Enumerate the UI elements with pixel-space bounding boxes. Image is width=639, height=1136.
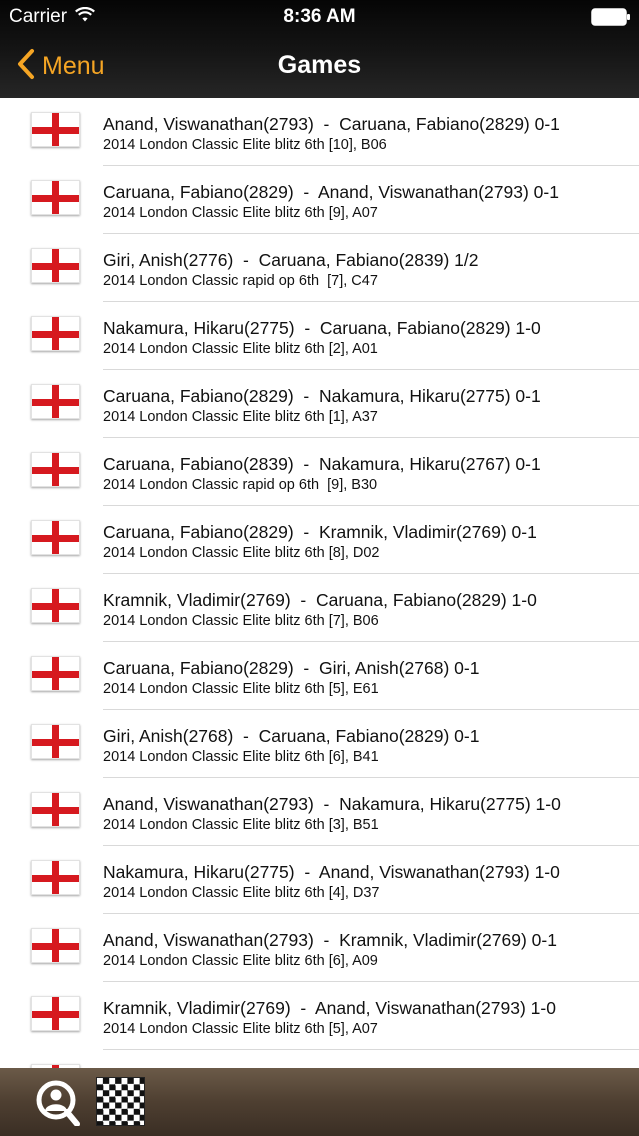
game-subtitle: 2014 London Classic Elite blitz 6th [2],…: [103, 341, 378, 357]
game-subtitle: 2014 London Classic Elite blitz 6th [8],…: [103, 545, 380, 561]
player-search-icon[interactable]: [33, 1078, 81, 1131]
game-subtitle: 2014 London Classic Elite blitz 6th [1],…: [103, 409, 378, 425]
england-flag-icon: [31, 180, 80, 215]
england-flag-icon: [31, 452, 80, 487]
game-subtitle: 2014 London Classic Elite blitz 6th [5],…: [103, 1021, 378, 1037]
game-subtitle: 2014 London Classic Elite blitz 6th [3],…: [103, 817, 379, 833]
england-flag-icon: [31, 792, 80, 827]
england-flag-icon: [31, 724, 80, 759]
game-title: Anand, Viswanathan(2793) - Nakamura, Hik…: [103, 794, 561, 814]
game-title: Anand, Viswanathan(2793) - Kramnik, Vlad…: [103, 930, 557, 950]
england-flag-icon: [31, 520, 80, 555]
game-row[interactable]: Caruana, Fabiano(2829) - Nakamura, Hikar…: [0, 370, 639, 438]
game-title: Caruana, Fabiano(2829) - Anand, Viswanat…: [103, 182, 559, 202]
england-flag-icon: [31, 860, 80, 895]
game-subtitle: 2014 London Classic Elite blitz 6th [6],…: [103, 953, 378, 969]
page-title: Games: [277, 51, 362, 79]
game-title: Giri, Anish(2768) - Caruana, Fabiano(282…: [103, 726, 480, 746]
game-title: Caruana, Fabiano(2829) - Giri, Anish(276…: [103, 658, 480, 678]
england-flag-icon: [31, 384, 80, 419]
england-flag-icon: [31, 316, 80, 351]
game-row[interactable]: Nakamura, Hikaru(2775) - Anand, Viswanat…: [0, 846, 639, 914]
clock: 8:36 AM: [283, 6, 356, 27]
england-flag-icon: [31, 996, 80, 1031]
game-row[interactable]: Kramnik, Vladimir(2769) - Anand, Viswana…: [0, 982, 639, 1050]
game-subtitle: 2014 London Classic Elite blitz 6th [9],…: [103, 205, 378, 221]
england-flag-icon: [31, 248, 80, 283]
game-row[interactable]: Kramnik, Vladimir(2769) - Caruana, Fabia…: [0, 574, 639, 642]
status-bar: Carrier 8:36 AM: [0, 0, 639, 34]
game-row[interactable]: Nakamura, Hikaru(2775) - Caruana, Fabian…: [0, 302, 639, 370]
game-row[interactable]: Caruana, Fabiano(2829) - Anand, Viswanat…: [0, 166, 639, 234]
game-title: Anand, Viswanathan(2793) - Caruana, Fabi…: [103, 114, 560, 134]
game-row[interactable]: Anand, Viswanathan(2793) - Nakamura, Hik…: [0, 778, 639, 846]
game-subtitle: 2014 London Classic Elite blitz 6th [5],…: [103, 681, 379, 697]
game-subtitle: 2014 London Classic Elite blitz 6th [6],…: [103, 749, 379, 765]
game-row[interactable]: Caruana, Fabiano(2839) - Nakamura, Hikar…: [0, 438, 639, 506]
game-subtitle: 2014 London Classic Elite blitz 6th [7],…: [103, 613, 379, 629]
header: Carrier 8:36 AM Menu Games: [0, 0, 639, 98]
battery-icon: [591, 8, 631, 31]
game-subtitle: 2014 London Classic rapid op 6th [7], C4…: [103, 273, 378, 289]
game-row-partial[interactable]: [0, 1050, 639, 1068]
game-subtitle: 2014 London Classic Elite blitz 6th [10]…: [103, 137, 387, 153]
game-row[interactable]: Caruana, Fabiano(2829) - Giri, Anish(276…: [0, 642, 639, 710]
game-title: Kramnik, Vladimir(2769) - Caruana, Fabia…: [103, 590, 537, 610]
game-title: Nakamura, Hikaru(2775) - Anand, Viswanat…: [103, 862, 560, 882]
games-list[interactable]: Anand, Viswanathan(2793) - Caruana, Fabi…: [0, 98, 639, 1068]
england-flag-icon: [31, 928, 80, 963]
game-row[interactable]: Anand, Viswanathan(2793) - Kramnik, Vlad…: [0, 914, 639, 982]
game-title: Kramnik, Vladimir(2769) - Anand, Viswana…: [103, 998, 556, 1018]
game-title: Giri, Anish(2776) - Caruana, Fabiano(283…: [103, 250, 479, 270]
game-subtitle: 2014 London Classic Elite blitz 6th [4],…: [103, 885, 380, 901]
chessboard-icon[interactable]: [96, 1077, 145, 1126]
bottom-toolbar: [0, 1068, 639, 1136]
game-row[interactable]: Giri, Anish(2776) - Caruana, Fabiano(283…: [0, 234, 639, 302]
game-title: Caruana, Fabiano(2829) - Nakamura, Hikar…: [103, 386, 541, 406]
game-title: Nakamura, Hikaru(2775) - Caruana, Fabian…: [103, 318, 541, 338]
game-title: Caruana, Fabiano(2829) - Kramnik, Vladim…: [103, 522, 537, 542]
game-title: Caruana, Fabiano(2839) - Nakamura, Hikar…: [103, 454, 541, 474]
game-row[interactable]: Anand, Viswanathan(2793) - Caruana, Fabi…: [0, 98, 639, 166]
england-flag-icon: [31, 112, 80, 147]
england-flag-icon: [31, 588, 80, 623]
game-row[interactable]: Caruana, Fabiano(2829) - Kramnik, Vladim…: [0, 506, 639, 574]
game-row[interactable]: Giri, Anish(2768) - Caruana, Fabiano(282…: [0, 710, 639, 778]
game-subtitle: 2014 London Classic rapid op 6th [9], B3…: [103, 477, 378, 493]
england-flag-icon: [31, 656, 80, 691]
